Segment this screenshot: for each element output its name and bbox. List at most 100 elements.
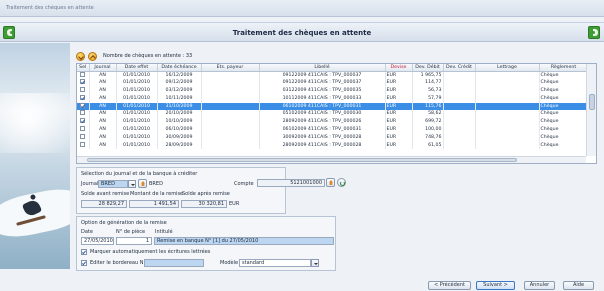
cell-ets [201,87,260,95]
cell-date-echeance: 31/10/2009 [157,102,202,111]
generation-section-title: Option de génération de la remise [81,220,167,226]
cell-date-effet: 01/01/2010 [116,118,158,127]
col-header-ets-payeur[interactable]: Ets. payeur [201,64,260,72]
deselect-all-icon[interactable] [88,51,97,61]
col-header-devise[interactable]: Devise [385,64,413,72]
modele-dropdown-arrow-icon[interactable] [311,259,319,267]
previous-button[interactable]: < Précédent [428,281,471,290]
col-header-date-effet[interactable]: Date effet [116,64,158,72]
next-button[interactable]: Suivant > [476,281,515,290]
cell-libelle: 06102009 411CAIS : TPV_000031 [259,126,386,134]
cell-ets [201,126,260,134]
cell-date-echeance: 30/09/2009 [157,133,202,142]
generation-options-panel: Option de génération de la remise Date N… [76,216,336,271]
row-select-checkbox[interactable] [80,71,86,77]
row-select-checkbox[interactable] [80,118,86,124]
date-input[interactable]: 27/05/2010 [81,237,114,245]
row-select-checkbox[interactable] [80,110,86,116]
cell-reglement: Chèque [539,94,589,103]
cell-date-echeance: 06/10/2009 [157,126,202,134]
col-header-reglement[interactable]: Règlement [539,64,589,72]
journal-home-icon[interactable] [138,179,147,188]
grid-vertical-scrollbar[interactable] [586,64,596,156]
cell-date-effet: 01/01/2010 [116,71,158,80]
row-select-checkbox[interactable] [80,79,86,85]
cell-debit: 748,76 [412,133,444,142]
row-select-checkbox[interactable] [80,87,86,93]
modele-select[interactable]: standard [239,259,311,267]
cell-credit [443,133,476,142]
horizontal-scroll-thumb[interactable] [87,158,517,162]
cell-journal: AN [89,94,117,103]
cell-ets [201,133,260,142]
window-title: Traitement des chèques en attente [6,5,94,11]
modele-label: Modèle [220,260,239,266]
cell-date-effet: 01/01/2010 [116,94,158,103]
cell-libelle: 10112009 411CAIS : TPV_000033 [259,94,386,103]
window-title-bar: Traitement des chèques en attente [0,0,604,17]
row-select-checkbox[interactable] [80,141,86,147]
col-header-date-echeance[interactable]: Date échéance [157,64,202,72]
cell-credit [443,87,476,95]
compte-home-icon[interactable] [326,178,335,187]
row-select-checkbox[interactable] [80,94,86,100]
table-row[interactable]: AN 01/01/2010 10/10/2009 28092009 411CAIS :… [77,118,589,127]
grid-horizontal-scrollbar[interactable] [77,156,586,163]
vertical-scroll-thumb[interactable] [589,94,595,110]
cell-libelle: 09122009 411CAIS : TPV_000037 [259,79,386,88]
table-row[interactable]: AN 01/01/2010 03/12/2009 03122009 411CAIS :… [77,87,589,95]
col-header-sel[interactable]: Sel [77,64,90,72]
cell-journal: AN [89,118,117,127]
col-header-lettrage[interactable]: Lettrage [475,64,540,72]
row-select-checkbox[interactable] [80,102,86,108]
cancel-button[interactable]: Annuler [524,281,555,290]
col-header-dev-credit[interactable]: Dev. Crédit [443,64,476,72]
table-row[interactable]: AN 01/01/2010 30/09/2009 30092009 411CAIS :… [77,133,589,142]
cell-debit: 57,79 [412,94,444,103]
pending-count-label: Nombre de chèques en attente : 33 [103,53,193,59]
table-row[interactable]: AN 01/01/2010 06/10/2009 06102009 411CAIS :… [77,126,589,134]
piece-input[interactable]: 1 [116,237,152,245]
cheques-grid[interactable]: Sel Journal Date effet Date échéance Ets… [76,63,597,164]
col-header-dev-debit[interactable]: Dev. Débit [412,64,444,72]
bordereau-number-input[interactable] [144,259,204,267]
montant-remise-label: Montant de la remise [130,191,184,197]
cell-ets [201,102,260,111]
auto-lettrage-label: Marquer automatiquement les écritures le… [90,249,211,255]
journal-select[interactable]: BRED [98,180,128,188]
cell-credit [443,126,476,134]
intitule-input[interactable]: Remise en banque N° [1] du 27/05/2010 [154,237,334,245]
cell-devise: EUR [385,71,413,80]
col-header-libelle[interactable]: Libellé [259,64,386,72]
row-select-checkbox[interactable] [80,126,86,132]
auto-lettrage-checkbox[interactable] [81,249,87,255]
table-row[interactable]: AN 01/01/2010 20/10/2009 05102009 411CAIS :… [77,110,589,119]
forward-arrow-icon[interactable] [588,26,600,39]
grid-toolbar: Nombre de chèques en attente : 33 [76,51,192,61]
table-row-selected[interactable]: AN 01/01/2010 31/10/2009 06102009 411CAIS :… [77,102,589,111]
table-row[interactable]: AN 01/01/2010 28/09/2009 28092009 411CAIS :… [77,141,589,150]
cell-journal: AN [89,110,117,119]
cell-reglement: Chèque [539,126,589,134]
cell-devise: EUR [385,133,413,142]
bordereau-checkbox[interactable] [81,260,87,266]
compte-refresh-icon[interactable] [337,178,346,187]
journal-dropdown-arrow-icon[interactable] [128,180,136,188]
cell-libelle: 05102009 411CAIS : TPV_000030 [259,110,386,119]
cell-devise: EUR [385,110,413,119]
table-row[interactable]: AN 01/01/2010 09/12/2009 09122009 411CAIS :… [77,79,589,88]
cell-libelle: 06102009 411CAIS : TPV_000031 [259,102,386,111]
grid-header-row: Sel Journal Date effet Date échéance Ets… [77,64,589,72]
select-all-icon[interactable] [76,51,85,61]
cell-journal: AN [89,141,117,150]
cell-ets [201,118,260,127]
row-select-checkbox[interactable] [80,133,86,139]
cell-libelle: 28092009 411CAIS : TPV_000026 [259,118,386,127]
table-row[interactable]: AN 01/01/2010 10/11/2009 10112009 411CAIS :… [77,94,589,103]
cell-date-echeance: 16/12/2009 [157,71,202,80]
table-row[interactable]: AN 01/01/2010 16/12/2009 09122009 411CAIS :… [77,71,589,80]
cell-date-effet: 01/01/2010 [116,79,158,88]
col-header-journal[interactable]: Journal [89,64,117,72]
help-button[interactable]: Aide [563,281,594,290]
cell-lettrage [475,71,540,80]
